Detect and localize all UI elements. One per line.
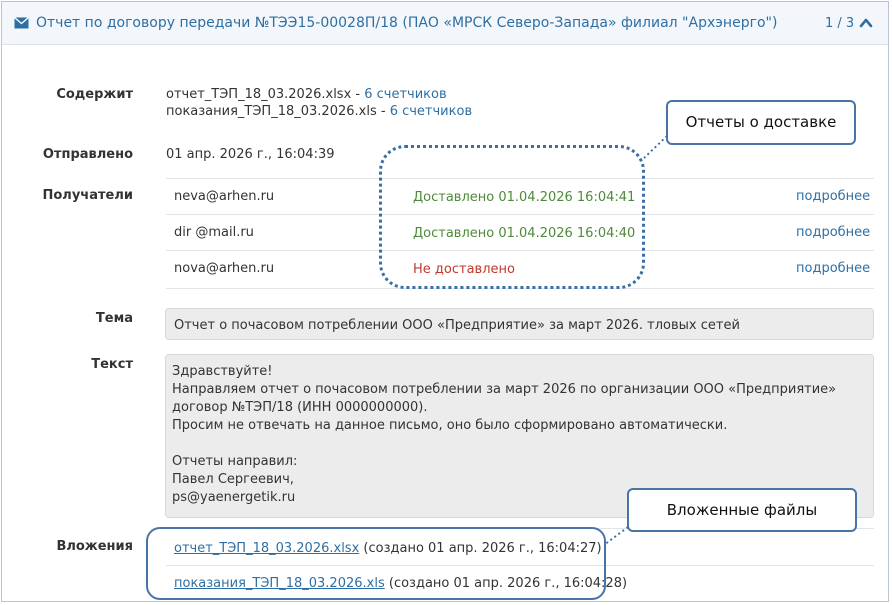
recipients-label: Получатели [42, 188, 134, 203]
subject-label: Тема [95, 311, 133, 326]
body-line: Отчеты направил: [172, 454, 298, 469]
meters-count-link[interactable]: 6 счетчиков [390, 104, 472, 119]
delivery-callout: Отчеты о доставке [666, 100, 856, 145]
details-link[interactable]: подробнее [796, 189, 870, 204]
sent-datetime: 01 апр. 2026 г., 16:04:39 [166, 147, 335, 162]
body-line: Здравствуйте! [172, 364, 273, 379]
attachments-label: Вложения [56, 539, 133, 554]
body-line: Направляем отчет о почасовом потреблении… [172, 382, 837, 397]
message-header[interactable]: Отчет по договору передачи №ТЭЭ15-00028П… [2, 2, 888, 45]
body-line: Павел Сергеевич, [172, 472, 294, 487]
contains-sep: - [376, 104, 390, 119]
details-link[interactable]: подробнее [796, 261, 870, 276]
message-title: Отчет по договору передачи №ТЭЭ15-00028П… [36, 15, 778, 31]
envelope-icon [14, 17, 29, 29]
contains-file: отчет_ТЭП_18_03.2026.xlsx [166, 87, 352, 102]
text-label: Текст [91, 357, 133, 372]
contains-item: отчет_ТЭП_18_03.2026.xlsx - 6 счетчиков [166, 87, 447, 102]
details-link[interactable]: подробнее [796, 225, 870, 240]
body-line: договор №ТЭП/18 (ИНН 0000000000). [172, 400, 428, 415]
message-counter: 1 / 3 [825, 16, 855, 31]
subject-field: Отчет о почасовом потреблении ООО «Предп… [165, 308, 874, 340]
contains-file: показания_ТЭП_18_03.2026.xls [166, 104, 377, 119]
recipient-email: nova@arhen.ru [174, 261, 275, 276]
files-callout: Вложенные файлы [627, 488, 857, 532]
meters-count-link[interactable]: 6 счетчиков [364, 87, 446, 102]
attachments-highlight [146, 527, 606, 600]
sent-label: Отправлено [42, 147, 133, 162]
recipient-email: neva@arhen.ru [174, 189, 275, 204]
body-line: Просим не отвечать на данное письмо, оно… [172, 418, 728, 433]
contains-item: показания_ТЭП_18_03.2026.xls - 6 счетчик… [166, 104, 472, 119]
delivery-highlight [379, 145, 645, 289]
contains-sep: - [351, 87, 365, 102]
body-line [172, 435, 873, 453]
chevron-up-icon[interactable] [858, 16, 874, 30]
recipient-email: dir @mail.ru [174, 225, 254, 240]
contains-label: Содержит [56, 87, 133, 102]
